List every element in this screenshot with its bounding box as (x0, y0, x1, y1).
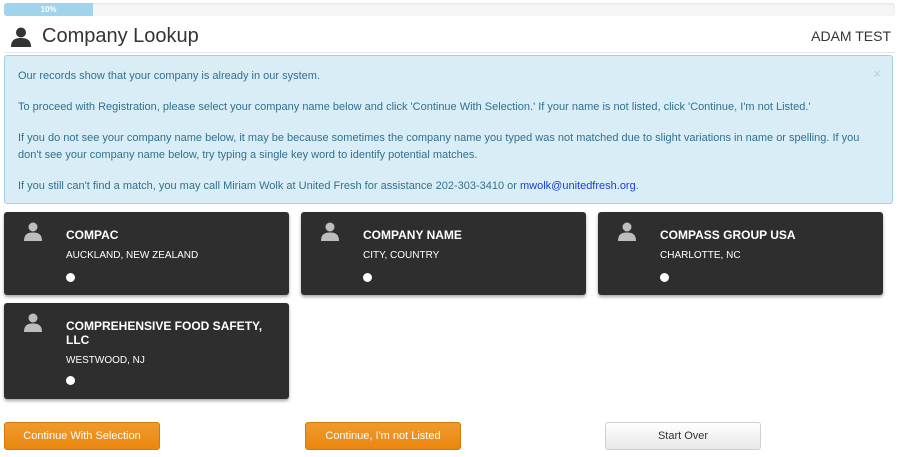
company-avatar-icon (618, 222, 636, 241)
company-location: AUCKLAND, NEW ZEALAND (66, 250, 199, 261)
company-card[interactable]: COMPANY NAME CITY, COUNTRY (301, 212, 586, 295)
alert-line-3: If you do not see your company name belo… (18, 132, 860, 161)
company-name: COMPREHENSIVE FOOD SAFETY, LLC (66, 319, 263, 347)
info-alert: × Our records show that your company is … (4, 55, 893, 204)
company-location: CITY, COUNTRY (363, 250, 440, 261)
progress-bar: 10% (4, 3, 895, 16)
company-select-radio[interactable] (66, 273, 75, 282)
company-card[interactable]: COMPREHENSIVE FOOD SAFETY, LLC WESTWOOD,… (4, 303, 289, 399)
progress-fill: 10% (4, 3, 94, 16)
company-select-radio[interactable] (66, 376, 75, 385)
contact-email-link[interactable]: mwolk@unitedfresh.org (520, 180, 636, 192)
alert-line-2: To proceed with Registration, please sel… (18, 101, 811, 113)
alert-line-4-end: . (635, 180, 639, 192)
page-header: Company Lookup ADAM TEST (4, 22, 895, 53)
company-avatar-icon (24, 222, 42, 241)
close-icon[interactable]: × (873, 66, 881, 81)
company-select-radio[interactable] (363, 273, 372, 282)
company-location: WESTWOOD, NJ (66, 355, 145, 366)
continue-with-selection-button[interactable]: Continue With Selection (4, 422, 160, 450)
start-over-button[interactable]: Start Over (605, 422, 761, 450)
company-card[interactable]: COMPASS GROUP USA CHARLOTTE, NC (598, 212, 883, 295)
company-select-radio[interactable] (660, 273, 669, 282)
company-avatar-icon (321, 222, 339, 241)
current-user-name: ADAM TEST (811, 28, 891, 44)
company-avatar-icon (24, 313, 42, 332)
page-title: Company Lookup (42, 25, 199, 47)
alert-line-4-text: If you still can't find a match, you may… (18, 180, 520, 192)
company-card[interactable]: COMPAC AUCKLAND, NEW ZEALAND (4, 212, 289, 295)
company-name: COMPANY NAME (363, 228, 462, 242)
company-name: COMPASS GROUP USA (660, 228, 796, 242)
company-name: COMPAC (66, 228, 119, 242)
user-icon (11, 27, 31, 47)
continue-not-listed-button[interactable]: Continue, I'm not Listed (305, 422, 461, 450)
alert-line-4: If you still can't find a match, you may… (18, 178, 878, 195)
alert-line-1: Our records show that your company is al… (18, 70, 321, 82)
company-location: CHARLOTTE, NC (660, 250, 741, 261)
